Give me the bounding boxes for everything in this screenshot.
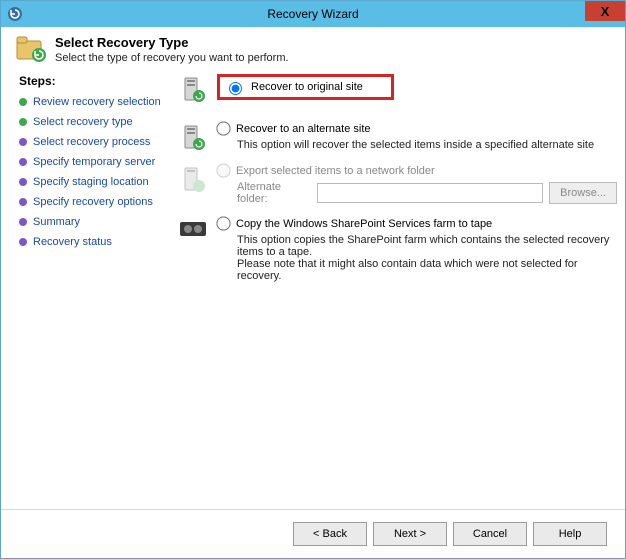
page-header: Select Recovery Type Select the type of … [1, 27, 625, 74]
server-alternate-icon [179, 124, 207, 152]
step-select-recovery-type[interactable]: Select recovery type [19, 112, 169, 132]
step-bullet-icon [19, 98, 27, 106]
option-export-network: Export selected items to a network folde… [179, 164, 617, 205]
cancel-button[interactable]: Cancel [453, 522, 527, 546]
wizard-window: Recovery Wizard X Select Recovery Type S… [0, 0, 626, 559]
step-label: Specify recovery options [33, 196, 153, 208]
option-description: This option will recover the selected it… [237, 139, 594, 151]
option-recover-alternate: Recover to an alternate site This option… [179, 122, 617, 152]
tape-icon [179, 219, 207, 247]
page-header-icon [15, 35, 47, 63]
selected-option-highlight: Recover to original site [217, 74, 394, 100]
alternate-folder-label: Alternate folder: [237, 181, 311, 205]
option-label: Recover to original site [251, 81, 363, 93]
step-bullet-icon [19, 138, 27, 146]
step-bullet-icon [19, 118, 27, 126]
radio-export-network [216, 163, 230, 177]
step-bullet-icon [19, 218, 27, 226]
next-button[interactable]: Next > [373, 522, 447, 546]
main-area: Steps: Review recovery selection Select … [1, 74, 625, 509]
step-specify-staging-location[interactable]: Specify staging location [19, 172, 169, 192]
option-description-line1: This option copies the SharePoint farm w… [237, 234, 617, 258]
option-description-line2: Please note that it might also contain d… [237, 258, 617, 282]
page-title: Select Recovery Type [55, 35, 289, 50]
option-body: Export selected items to a network folde… [217, 164, 617, 205]
option-label: Recover to an alternate site [236, 123, 371, 135]
step-specify-recovery-options[interactable]: Specify recovery options [19, 192, 169, 212]
page-header-text: Select Recovery Type Select the type of … [55, 35, 289, 64]
step-bullet-icon [19, 178, 27, 186]
radio-recover-original[interactable] [229, 82, 242, 95]
step-label: Specify temporary server [33, 156, 155, 168]
step-recovery-status[interactable]: Recovery status [19, 232, 169, 252]
step-label: Summary [33, 216, 80, 228]
option-label: Export selected items to a network folde… [236, 165, 435, 177]
page-subtitle: Select the type of recovery you want to … [55, 52, 289, 64]
browse-button: Browse... [549, 182, 617, 204]
option-body: Copy the Windows SharePoint Services far… [217, 217, 617, 282]
footer-buttons: < Back Next > Cancel Help [1, 509, 625, 558]
step-label: Review recovery selection [33, 96, 161, 108]
step-bullet-icon [19, 158, 27, 166]
steps-panel: Steps: Review recovery selection Select … [19, 74, 169, 509]
close-button[interactable]: X [585, 1, 625, 21]
window-title: Recovery Wizard [1, 7, 625, 21]
step-label: Select recovery process [33, 136, 150, 148]
option-body: Recover to original site [217, 74, 394, 110]
option-copy-tape: Copy the Windows SharePoint Services far… [179, 217, 617, 282]
server-export-icon [179, 166, 207, 194]
content-panel: Recover to original site [169, 74, 617, 509]
app-icon [7, 6, 23, 22]
radio-copy-tape[interactable] [216, 216, 230, 230]
close-icon: X [601, 4, 610, 19]
step-review-recovery-selection[interactable]: Review recovery selection [19, 92, 169, 112]
alternate-folder-input [317, 183, 543, 203]
option-recover-original: Recover to original site [179, 74, 617, 110]
alternate-folder-row: Alternate folder: Browse... [237, 181, 617, 205]
steps-title: Steps: [19, 74, 169, 88]
radio-recover-alternate[interactable] [216, 121, 230, 135]
step-label: Select recovery type [33, 116, 133, 128]
server-recover-icon [179, 76, 207, 104]
window-body: Select Recovery Type Select the type of … [1, 27, 625, 558]
step-specify-temporary-server[interactable]: Specify temporary server [19, 152, 169, 172]
option-body: Recover to an alternate site This option… [217, 122, 594, 151]
step-bullet-icon [19, 198, 27, 206]
step-bullet-icon [19, 238, 27, 246]
step-label: Recovery status [33, 236, 112, 248]
option-label: Copy the Windows SharePoint Services far… [236, 218, 492, 230]
help-button[interactable]: Help [533, 522, 607, 546]
titlebar: Recovery Wizard X [1, 1, 625, 27]
step-summary[interactable]: Summary [19, 212, 169, 232]
step-select-recovery-process[interactable]: Select recovery process [19, 132, 169, 152]
step-label: Specify staging location [33, 176, 149, 188]
back-button[interactable]: < Back [293, 522, 367, 546]
